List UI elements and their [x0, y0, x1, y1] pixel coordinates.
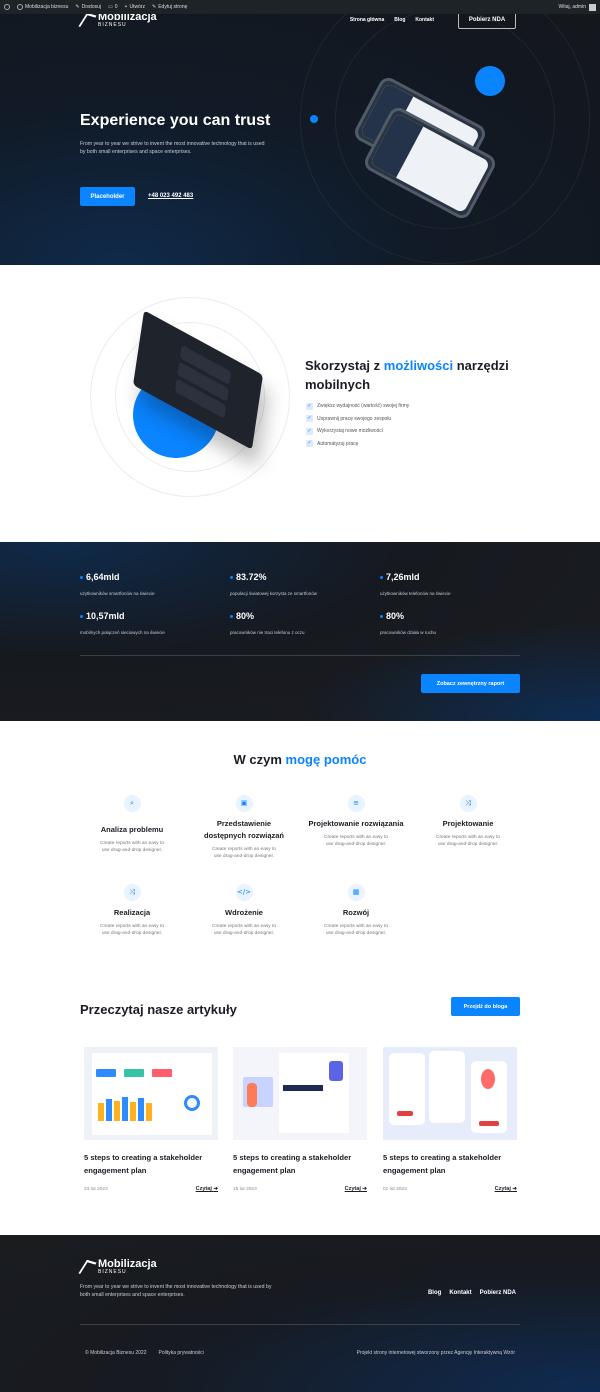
site-logo[interactable]: Mobilizacja BIZNESU — [80, 14, 157, 28]
check-icon: ✓ — [306, 427, 313, 435]
service-item: ▣ Przedstawienie dostępnych rozwiązań Cr… — [188, 795, 300, 860]
admin-edit-link[interactable]: ✎ Edytuj stronę — [152, 4, 187, 10]
articles-title: Przeczytaj nasze artykuły — [80, 1002, 237, 1017]
article-date: 01 lut 2023 — [383, 1186, 407, 1192]
stat-item: 80% pracowników nie traci telefonu z oczu — [230, 611, 305, 635]
footer-nav-contact[interactable]: Kontakt — [449, 1290, 471, 1296]
plus-icon: + — [124, 4, 128, 10]
comment-icon: ▭ — [108, 4, 113, 10]
mobile-tools-title: Skorzystaj z możliwości narzędzi mobilny… — [305, 358, 509, 392]
admin-user-menu[interactable]: Witaj, admin — [558, 3, 596, 11]
footer-description: From year to year we strive to invent th… — [80, 1284, 272, 1298]
list-item: ✓ Automatyzuj pracę — [306, 440, 359, 448]
article-title[interactable]: 5 steps to creating a stakeholder engage… — [383, 1152, 517, 1177]
read-more-link[interactable]: Czytaj ➔ — [345, 1186, 367, 1192]
footer: Mobilizacja BIZNESU From year to year we … — [0, 1235, 600, 1392]
read-more-link[interactable]: Czytaj ➔ — [495, 1186, 517, 1192]
divider — [80, 655, 520, 656]
service-item: ⤨ Realizacja Create reports with an easy… — [76, 884, 188, 937]
arrow-right-icon: ➔ — [213, 1186, 218, 1192]
benefits-list: ✓ Zwiększ wydajność (wartość) swojej firm… — [306, 400, 409, 450]
article-card[interactable]: 5 steps to creating a stakeholder engage… — [383, 1047, 517, 1192]
flow-icon: ⤨ — [459, 795, 477, 812]
hero-phones-image — [315, 74, 515, 229]
article-image[interactable] — [233, 1047, 367, 1140]
privacy-policy-link[interactable]: Polityka prywatności — [159, 1350, 204, 1356]
article-date: 23 lut 2023 — [84, 1186, 108, 1192]
service-item: ⤨ Projektowanie Create reports with an e… — [412, 795, 524, 848]
article-card[interactable]: 5 steps to creating a stakeholder engage… — [84, 1047, 218, 1192]
list-sort-icon: ≡ — [347, 795, 365, 812]
service-item: ≡ Projektowanie rozwiązania Create repor… — [300, 795, 412, 848]
logo-icon — [80, 14, 94, 27]
nav-home[interactable]: Strona główna — [350, 17, 384, 23]
footer-nav-blog[interactable]: Blog — [428, 1290, 441, 1296]
check-icon: ✓ — [306, 415, 313, 423]
nav-contact[interactable]: Kontakt — [415, 17, 434, 23]
stat-item: 80% pracowników działa w ruchu — [380, 611, 437, 635]
list-item: ✓ Usprawnij pracę swojego zespołu — [306, 415, 392, 423]
stat-item: 7,26mld użytkowników telefonów na świecie — [380, 572, 451, 596]
admin-comments-link[interactable]: ▭ 0 — [108, 4, 118, 10]
stat-item: 6,64mld użytkowników smartfonów na świeci… — [80, 572, 155, 596]
agency-credit-link[interactable]: Projekt strony internetowej stworzony pr… — [357, 1350, 515, 1356]
code-icon: </> — [235, 884, 253, 901]
image-edit-icon: ▣ — [235, 795, 253, 812]
check-icon: ✓ — [306, 402, 313, 410]
wordpress-logo-icon[interactable] — [4, 4, 10, 10]
article-card[interactable]: 5 steps to creating a stakeholder engage… — [233, 1047, 367, 1192]
avatar — [589, 3, 596, 11]
go-to-blog-button[interactable]: Przejdź do bloga — [451, 997, 520, 1016]
footer-nav-nda[interactable]: Pobierz NDA — [480, 1290, 516, 1296]
external-report-button[interactable]: Zobacz zewnętrzny raport — [421, 674, 520, 693]
hero-title: Experience you can trust — [80, 112, 271, 129]
read-more-link[interactable]: Czytaj ➔ — [196, 1186, 218, 1192]
article-date: 15 lut 2023 — [233, 1186, 257, 1192]
service-item: ▦ Rozwój Create reports with an easy to … — [300, 884, 412, 937]
check-icon: ✓ — [306, 440, 313, 448]
hero-section: Mobilizacja BIZNESU Strona główna Blog Ko… — [0, 14, 600, 265]
article-image[interactable] — [383, 1047, 517, 1140]
divider — [80, 1324, 520, 1325]
admin-bar: Mobilizacja biznesu ✎ Dostosuj ▭ 0 + Utwórz… — [0, 0, 600, 14]
services-title: W czym mogę pomóc — [233, 752, 367, 767]
hero-phone-link[interactable]: +48 023 492 483 — [148, 193, 193, 199]
service-item: </> Wdrożenie Create reports with an eas… — [188, 884, 300, 937]
hero-cta-button[interactable]: Placeholder — [80, 187, 135, 206]
main-nav: Strona główna Blog Kontakt — [350, 17, 434, 23]
article-image[interactable] — [84, 1047, 218, 1140]
nav-blog[interactable]: Blog — [394, 17, 405, 23]
admin-site-link[interactable]: Mobilizacja biznesu — [17, 4, 68, 10]
footer-nav: Blog Kontakt Pobierz NDA — [428, 1290, 516, 1296]
branch-icon: ⤨ — [123, 884, 141, 901]
search-doc-icon: ⌕ — [123, 795, 141, 812]
admin-customize-link[interactable]: ✎ Dostosuj — [75, 4, 101, 10]
brush-icon: ✎ — [75, 4, 80, 10]
decor-circle — [475, 66, 505, 96]
download-nda-button[interactable]: Pobierz NDA — [458, 14, 516, 29]
arrow-right-icon: ➔ — [362, 1186, 367, 1192]
dashboard-icon — [17, 4, 23, 10]
footer-logo[interactable]: Mobilizacja BIZNESU — [80, 1259, 157, 1275]
service-item: ⌕ Analiza problemu Create reports with a… — [76, 795, 188, 854]
list-item: ✓ Wykorzystaj nowe możliwości — [306, 427, 383, 435]
arrow-right-icon: ➔ — [512, 1186, 517, 1192]
article-title[interactable]: 5 steps to creating a stakeholder engage… — [84, 1152, 218, 1177]
stat-item: 83.72% populacji światowej korzysta ze sm… — [230, 572, 318, 596]
article-title[interactable]: 5 steps to creating a stakeholder engage… — [233, 1152, 367, 1177]
logo-icon — [80, 1260, 94, 1274]
copyright: © Mobilizacja Biznesu 2022 — [85, 1350, 147, 1356]
stat-item: 10,57mld mobilnych połączeń sieciowych na… — [80, 611, 165, 635]
admin-new-link[interactable]: + Utwórz — [125, 4, 145, 10]
list-item: ✓ Zwiększ wydajność (wartość) swojej firm… — [306, 402, 410, 410]
pencil-icon: ✎ — [152, 4, 157, 10]
hero-description: From year to year we strive to invent th… — [80, 141, 265, 155]
grid-icon: ▦ — [347, 884, 365, 901]
